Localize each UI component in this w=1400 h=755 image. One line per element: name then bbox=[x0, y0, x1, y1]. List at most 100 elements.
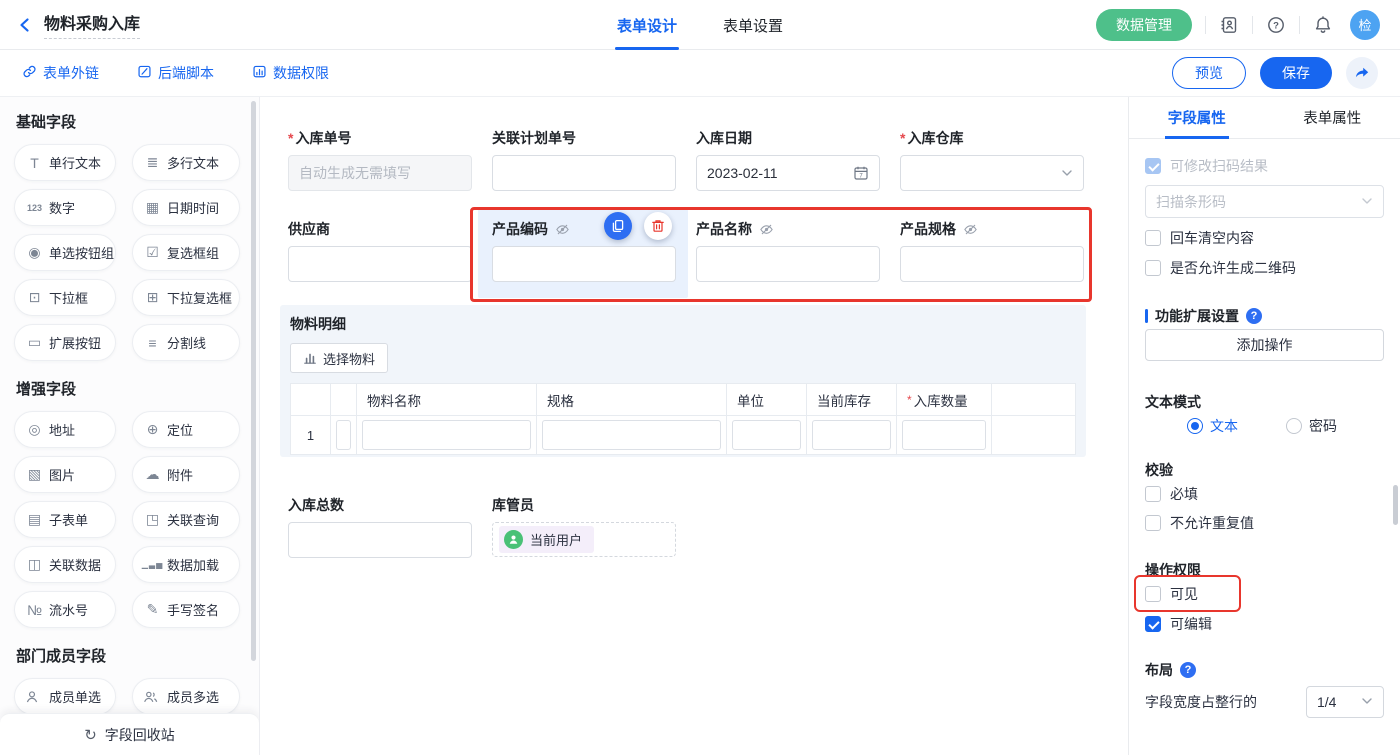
field-item-checkbox-group[interactable]: ☑复选框组 bbox=[132, 234, 240, 271]
option-required[interactable]: 必填 bbox=[1145, 483, 1384, 505]
option-no-duplicate[interactable]: 不允许重复值 bbox=[1145, 512, 1384, 534]
help-icon[interactable]: ? bbox=[1246, 308, 1262, 324]
field-receipt-no[interactable]: *入库单号 自动生成无需填写 bbox=[288, 128, 472, 191]
field-item-multi-select[interactable]: ⊞下拉复选框 bbox=[132, 279, 240, 316]
field-item-multi-line-text[interactable]: ≣多行文本 bbox=[132, 144, 240, 181]
serial-number-icon: № bbox=[25, 602, 49, 618]
radio-option-text[interactable]: 文本 bbox=[1187, 416, 1238, 436]
form-title[interactable]: 物料采购入库 bbox=[44, 10, 140, 39]
preview-button[interactable]: 预览 bbox=[1172, 57, 1246, 89]
scan-result-option[interactable]: 可修改扫码结果 bbox=[1145, 155, 1384, 177]
field-item-signature[interactable]: ✎手写签名 bbox=[132, 591, 240, 628]
subform-section[interactable]: 物料明细 选择物料 1物料名称规格单位当前库存*入库数量 bbox=[280, 305, 1086, 457]
field-item-data-load[interactable]: ▁▃▅数据加载 bbox=[132, 546, 240, 583]
save-button[interactable]: 保存 bbox=[1260, 57, 1332, 89]
option-editable[interactable]: 可编辑 bbox=[1145, 613, 1384, 635]
field-item-image[interactable]: ▧图片 bbox=[14, 456, 116, 493]
form-external-link[interactable]: 表单外链 bbox=[22, 63, 99, 83]
field-item-single-line-text[interactable]: T单行文本 bbox=[14, 144, 116, 181]
help-icon[interactable]: ? bbox=[1266, 15, 1286, 35]
field-item-select[interactable]: ⊡下拉框 bbox=[14, 279, 116, 316]
field-supplier[interactable]: 供应商 bbox=[288, 219, 472, 282]
row-number: 1 bbox=[291, 416, 330, 454]
radio-selected[interactable] bbox=[1187, 418, 1203, 434]
field-item-number[interactable]: 123数字 bbox=[14, 189, 116, 226]
field-width-select[interactable]: 1/4 bbox=[1306, 686, 1384, 718]
field-item-label: 数字 bbox=[49, 198, 75, 217]
subform-cell-input[interactable] bbox=[902, 420, 986, 450]
tab-form-settings[interactable]: 表单设置 bbox=[723, 0, 783, 50]
delete-field-button[interactable] bbox=[644, 212, 672, 240]
field-item-datetime[interactable]: ▦日期时间 bbox=[132, 189, 240, 226]
tab-form-design[interactable]: 表单设计 bbox=[617, 0, 677, 50]
plan-no-input[interactable] bbox=[492, 155, 676, 191]
checkbox-checked[interactable] bbox=[1145, 616, 1161, 632]
checkbox-unchecked[interactable] bbox=[1145, 586, 1161, 602]
option-visible[interactable]: 可见 bbox=[1145, 583, 1384, 605]
field-inbound-date[interactable]: 入库日期 2023-02-11 7 bbox=[696, 128, 880, 191]
radio-option-password[interactable]: 密码 bbox=[1286, 416, 1337, 436]
subform-cell-input[interactable] bbox=[812, 420, 891, 450]
option-clear-on-enter[interactable]: 回车清空内容 bbox=[1145, 227, 1384, 249]
back-button[interactable] bbox=[16, 16, 34, 34]
field-item-attachment[interactable]: ☁附件 bbox=[132, 456, 240, 493]
product-code-input[interactable] bbox=[492, 246, 676, 282]
data-manage-button[interactable]: 数据管理 bbox=[1096, 9, 1192, 41]
checkbox-unchecked[interactable] bbox=[1145, 260, 1161, 276]
data-permission-link[interactable]: 数据权限 bbox=[252, 63, 329, 83]
subform-column: 当前库存 bbox=[807, 384, 897, 454]
scan-type-select[interactable]: 扫描条形码 bbox=[1145, 185, 1384, 218]
field-item-radio-group[interactable]: ◉单选按钮组 bbox=[14, 234, 116, 271]
share-button[interactable] bbox=[1346, 57, 1378, 89]
field-item-location[interactable]: ⊕定位 bbox=[132, 411, 240, 448]
avatar[interactable]: 检 bbox=[1350, 10, 1380, 40]
total-input[interactable] bbox=[288, 522, 472, 558]
select-material-button[interactable]: 选择物料 bbox=[290, 343, 388, 373]
sidebar-scrollbar[interactable] bbox=[251, 101, 256, 661]
tab-form-properties[interactable]: 表单属性 bbox=[1265, 97, 1400, 138]
checkbox-unchecked[interactable] bbox=[1145, 515, 1161, 531]
help-icon[interactable]: ? bbox=[1180, 662, 1196, 678]
field-plan-no[interactable]: 关联计划单号 bbox=[492, 128, 676, 191]
subform-cell-input[interactable] bbox=[362, 420, 531, 450]
field-item-users[interactable]: 成员多选 bbox=[132, 678, 240, 715]
option-allow-qrcode[interactable]: 是否允许生成二维码 bbox=[1145, 257, 1384, 279]
checkbox-unchecked[interactable] bbox=[1145, 230, 1161, 246]
field-item-extend-button[interactable]: ▭扩展按钮 bbox=[14, 324, 116, 361]
field-item-user[interactable]: 成员单选 bbox=[14, 678, 116, 715]
inbound-date-input[interactable]: 2023-02-11 7 bbox=[696, 155, 880, 191]
supplier-input[interactable] bbox=[288, 246, 472, 282]
field-item-linked-query[interactable]: ◳关联查询 bbox=[132, 501, 240, 538]
field-item-serial-number[interactable]: №流水号 bbox=[14, 591, 116, 628]
field-item-divider[interactable]: ≡分割线 bbox=[132, 324, 240, 361]
form-designer-app: 物料采购入库 表单设计表单设置 数据管理 ? 检 表单外链 后端脚本 数据权限 预览… bbox=[0, 0, 1400, 755]
checkbox-checked-disabled[interactable] bbox=[1145, 158, 1161, 174]
field-total[interactable]: 入库总数 bbox=[288, 495, 472, 558]
checkbox-unchecked[interactable] bbox=[1145, 486, 1161, 502]
contacts-icon[interactable] bbox=[1219, 15, 1239, 35]
add-action-button[interactable]: 添加操作 bbox=[1145, 329, 1384, 361]
keeper-input[interactable]: 当前用户 bbox=[492, 522, 676, 557]
receipt-no-input[interactable]: 自动生成无需填写 bbox=[288, 155, 472, 191]
recycle-bin-button[interactable]: ↻ 字段回收站 bbox=[0, 713, 259, 755]
field-item-linked-data[interactable]: ◫关联数据 bbox=[14, 546, 116, 583]
field-item-address[interactable]: ◎地址 bbox=[14, 411, 116, 448]
subform-cell bbox=[992, 416, 1075, 454]
subform-cell-input[interactable] bbox=[732, 420, 801, 450]
product-name-input[interactable] bbox=[696, 246, 880, 282]
product-spec-input[interactable] bbox=[900, 246, 1084, 282]
field-warehouse[interactable]: *入库仓库 bbox=[900, 128, 1084, 191]
warehouse-select[interactable] bbox=[900, 155, 1084, 191]
radio-unselected[interactable] bbox=[1286, 418, 1302, 434]
panel-scrollbar[interactable] bbox=[1393, 485, 1398, 525]
field-product-spec[interactable]: 产品规格 bbox=[900, 219, 1084, 282]
subform-cell-input[interactable] bbox=[542, 420, 721, 450]
bell-icon[interactable] bbox=[1313, 15, 1333, 35]
field-item-subform[interactable]: ▤子表单 bbox=[14, 501, 116, 538]
field-keeper[interactable]: 库管员 当前用户 bbox=[492, 495, 676, 557]
copy-field-button[interactable] bbox=[604, 212, 632, 240]
field-product-name[interactable]: 产品名称 bbox=[696, 219, 880, 282]
backend-script-link[interactable]: 后端脚本 bbox=[137, 63, 214, 83]
subform-cell-input[interactable] bbox=[336, 420, 351, 450]
tab-field-properties[interactable]: 字段属性 bbox=[1129, 97, 1265, 138]
